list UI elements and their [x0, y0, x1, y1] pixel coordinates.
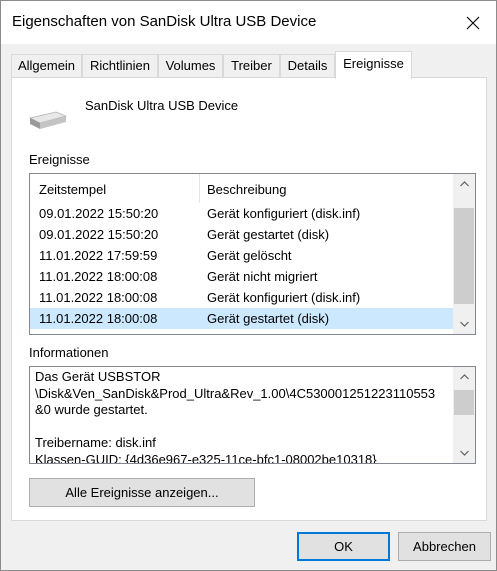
chevron-up-icon — [459, 181, 469, 187]
event-row[interactable]: 11.01.2022 18:00:08 Gerät konfiguriert (… — [30, 287, 454, 308]
cancel-button[interactable]: Abbrechen — [398, 532, 491, 561]
tab-richtlinien[interactable]: Richtlinien — [82, 54, 158, 78]
event-description: Gerät gestartet (disk) — [207, 311, 330, 326]
event-timestamp: 09.01.2022 15:50:20 — [39, 227, 159, 242]
close-button[interactable] — [450, 1, 496, 44]
tab-allgemein[interactable]: Allgemein — [11, 54, 82, 78]
events-label: Ereignisse — [29, 152, 90, 167]
chevron-up-icon — [459, 374, 469, 380]
tab-volumes[interactable]: Volumes — [158, 54, 223, 78]
tab-ereignisse[interactable]: Ereignisse — [335, 51, 412, 79]
event-description: Gerät nicht migriert — [207, 269, 318, 284]
scroll-down-button[interactable] — [453, 443, 475, 463]
device-name: SanDisk Ultra USB Device — [85, 98, 239, 113]
event-description: Gerät gestartet (disk) — [207, 227, 330, 242]
information-label: Informationen — [29, 345, 109, 360]
event-timestamp: 11.01.2022 17:59:59 — [39, 248, 158, 263]
event-description: Gerät konfiguriert (disk.inf) — [207, 290, 361, 305]
events-list-header: Zeitstempel Beschreibung — [30, 174, 454, 203]
info-line — [35, 419, 451, 436]
tab-treiber[interactable]: Treiber — [223, 54, 280, 78]
information-textbox[interactable]: Das Gerät USBSTOR \Disk&Ven_SanDisk&Prod_… — [29, 366, 476, 464]
event-timestamp: 11.01.2022 18:00:08 — [39, 290, 158, 305]
column-separator[interactable] — [199, 174, 200, 203]
chevron-down-icon — [459, 321, 469, 327]
event-row[interactable]: 11.01.2022 18:00:08 Gerät nicht migriert — [30, 266, 454, 287]
info-line: Klassen-GUID: {4d36e967-e325-11ce-bfc1-0… — [35, 451, 377, 464]
event-description: Gerät konfiguriert (disk.inf) — [207, 206, 361, 221]
window-title: Eigenschaften von SanDisk Ultra USB Devi… — [12, 13, 317, 30]
scroll-up-button[interactable] — [453, 174, 475, 194]
usb-drive-icon — [28, 111, 68, 129]
event-timestamp: 09.01.2022 15:50:20 — [39, 206, 159, 221]
events-panel: SanDisk Ultra USB Device Ereignisse Zeit… — [11, 77, 487, 521]
information-text[interactable]: Das Gerät USBSTOR \Disk&Ven_SanDisk&Prod_… — [35, 369, 451, 464]
scroll-down-button[interactable] — [453, 314, 475, 334]
title-bar: Eigenschaften von SanDisk Ultra USB Devi… — [1, 1, 496, 44]
event-timestamp: 11.01.2022 18:00:08 — [39, 311, 158, 326]
column-header-timestamp[interactable]: Zeitstempel — [39, 182, 106, 197]
tab-details[interactable]: Details — [280, 54, 335, 78]
info-line: Treibername: disk.inf — [35, 435, 156, 450]
event-timestamp: 11.01.2022 18:00:08 — [39, 269, 158, 284]
information-scrollbar[interactable] — [453, 367, 475, 463]
tab-bar: Allgemein Richtlinien Volumes Treiber De… — [11, 51, 481, 79]
properties-dialog: Eigenschaften von SanDisk Ultra USB Devi… — [0, 0, 497, 571]
event-description: Gerät gelöscht — [207, 248, 292, 263]
events-list[interactable]: Zeitstempel Beschreibung 09.01.2022 15:5… — [29, 173, 476, 335]
scroll-thumb[interactable] — [454, 208, 474, 304]
event-row[interactable]: 11.01.2022 17:59:59 Gerät gelöscht — [30, 245, 454, 266]
scroll-thumb[interactable] — [454, 390, 474, 415]
event-row[interactable]: 09.01.2022 15:50:20 Gerät gestartet (dis… — [30, 224, 454, 245]
events-scrollbar[interactable] — [453, 174, 475, 334]
event-row-selected[interactable]: 11.01.2022 18:00:08 Gerät gestartet (dis… — [30, 308, 454, 329]
ok-button[interactable]: OK — [297, 532, 390, 561]
chevron-down-icon — [459, 450, 469, 456]
close-icon — [466, 16, 480, 29]
info-line: &0 wurde gestartet. — [35, 402, 148, 417]
column-header-description[interactable]: Beschreibung — [207, 182, 287, 197]
info-line: Das Gerät USBSTOR — [35, 369, 161, 384]
info-line: \Disk&Ven_SanDisk&Prod_Ultra&Rev_1.00\4C… — [35, 385, 436, 401]
show-all-events-button[interactable]: Alle Ereignisse anzeigen... — [29, 478, 255, 507]
scroll-up-button[interactable] — [453, 367, 475, 387]
event-row[interactable]: 09.01.2022 15:50:20 Gerät konfiguriert (… — [30, 203, 454, 224]
